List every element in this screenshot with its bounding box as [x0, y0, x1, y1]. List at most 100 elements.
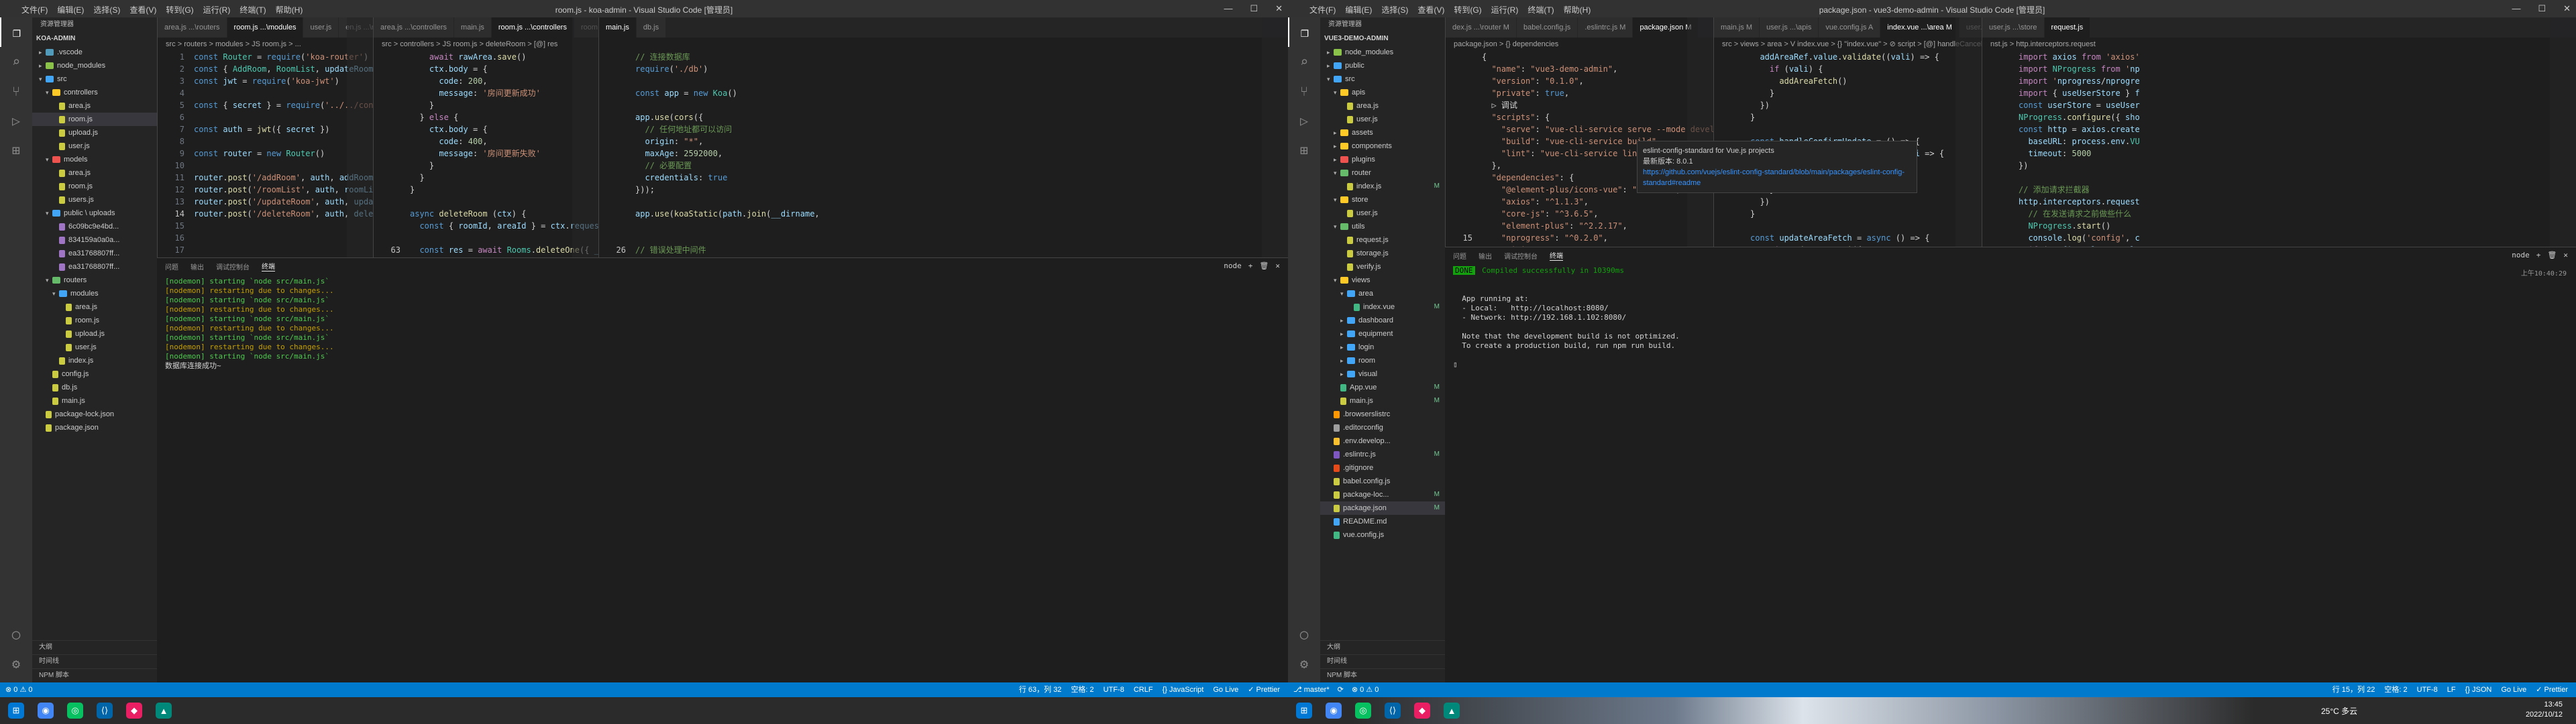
app-icon-2[interactable]: ▲	[156, 703, 172, 719]
editor-tab[interactable]: user.js	[303, 17, 339, 38]
outline-section-header[interactable]: 时间线	[32, 654, 157, 668]
editor-tab[interactable]: main.js	[454, 17, 492, 38]
tree-item[interactable]: ▸ room	[1320, 354, 1445, 367]
editor-tab[interactable]: index.vue ...\area M	[1880, 17, 1960, 38]
editor-tab[interactable]: area.js ...\controllers	[374, 17, 455, 38]
editor-tab[interactable]: dex.js ...\router M	[1446, 17, 1517, 38]
tree-item[interactable]: room.js	[32, 180, 157, 193]
tree-item[interactable]: storage.js	[1320, 247, 1445, 260]
tree-item[interactable]: user.js	[32, 139, 157, 153]
chrome-icon[interactable]: ◉	[38, 703, 54, 719]
tree-item[interactable]: package.json	[32, 421, 157, 434]
tree-item[interactable]: room.js	[32, 314, 157, 327]
tree-item[interactable]: ▸ assets	[1320, 126, 1445, 139]
app-icon[interactable]: ◆	[126, 703, 142, 719]
account-icon[interactable]: ◯	[0, 619, 32, 649]
tree-item[interactable]: index.vue M	[1320, 300, 1445, 314]
breadcrumb[interactable]: src > controllers > JS room.js > deleteR…	[374, 38, 599, 51]
tree-item[interactable]: App.vue M	[1320, 381, 1445, 394]
clock[interactable]: 13:45 2022/10/12	[2496, 700, 2563, 720]
hover-link[interactable]: https://github.com/vuejs/eslint-config-s…	[1643, 168, 1904, 187]
panel-tab[interactable]: 问题	[1453, 251, 1466, 261]
editor-tab[interactable]: main.js M	[1714, 17, 1760, 38]
maximize-icon[interactable]: ☐	[1250, 3, 1258, 14]
tree-item[interactable]: package-lock.json	[32, 408, 157, 421]
outline-section-header[interactable]: 大纲	[1320, 640, 1445, 654]
tree-item[interactable]: user.js	[1320, 113, 1445, 126]
gear-icon[interactable]: ⚙	[0, 649, 32, 678]
explorer-icon[interactable]: ❐	[0, 17, 32, 47]
wechat-icon[interactable]: ◎	[1355, 703, 1371, 719]
extensions-icon[interactable]: ⊞	[1288, 135, 1320, 165]
tree-item[interactable]: index.js	[32, 354, 157, 367]
explorer-icon[interactable]: ❐	[1288, 17, 1320, 47]
tree-item[interactable]: ▾ utils	[1320, 220, 1445, 233]
tree-item[interactable]: README.md	[1320, 515, 1445, 528]
close-icon[interactable]: ✕	[1275, 3, 1283, 14]
status-item[interactable]: ⎇ master*	[1293, 682, 1330, 697]
tree-item[interactable]: ▸ dashboard	[1320, 314, 1445, 327]
source-control-icon[interactable]: ⑂	[1288, 76, 1320, 106]
code-editor[interactable]: 1const Router = require('koa-router')2co…	[158, 51, 374, 257]
editor-tab[interactable]: area.js ...\routers	[158, 17, 227, 38]
tree-item[interactable]: area.js	[32, 99, 157, 113]
editor-tab[interactable]: main.js	[599, 17, 637, 38]
vscode-icon[interactable]: ⟨⟩	[1385, 703, 1401, 719]
tree-item[interactable]: user.js	[32, 341, 157, 354]
status-item[interactable]: Go Live	[1213, 682, 1238, 697]
status-item[interactable]: ⊗ 0 ⚠ 0	[5, 682, 32, 697]
vscode-icon[interactable]: ⟨⟩	[97, 703, 113, 719]
tree-item[interactable]: ▾ apis	[1320, 86, 1445, 99]
editor-tab[interactable]: babel.config.js	[1516, 17, 1578, 38]
app-icon-2[interactable]: ▲	[1444, 703, 1460, 719]
tree-item[interactable]: .eslintrc.js M	[1320, 448, 1445, 461]
tree-item[interactable]: package.json M	[1320, 501, 1445, 515]
tree-item[interactable]: area.js	[32, 300, 157, 314]
editor-tab[interactable]: db.js	[636, 17, 667, 38]
run-debug-icon[interactable]: ▷	[1288, 106, 1320, 135]
outline-section-header[interactable]: NPM 脚本	[1320, 668, 1445, 682]
gear-icon[interactable]: ⚙	[1288, 649, 1320, 678]
windows-start-icon[interactable]: ⊞	[1296, 703, 1312, 719]
panel-tab[interactable]: 终端	[1550, 250, 1563, 261]
tree-item[interactable]: area.js	[1320, 99, 1445, 113]
status-item[interactable]: {} JavaScript	[1163, 682, 1204, 697]
tree-item[interactable]: db.js	[32, 381, 157, 394]
minimap[interactable]	[2550, 17, 2576, 247]
tree-item[interactable]: room.js	[32, 113, 157, 126]
maximize-icon[interactable]: ☐	[2538, 3, 2546, 14]
code-editor[interactable]: await rawArea.save() ctx.body = { code: …	[374, 51, 599, 257]
tree-item[interactable]: upload.js	[32, 327, 157, 341]
panel-tab[interactable]: 调试控制台	[216, 261, 250, 272]
tree-item[interactable]: ▾ routers	[32, 274, 157, 287]
close-icon[interactable]: ✕	[2563, 3, 2571, 14]
editor-tab[interactable]: room.js ...\modules	[227, 17, 304, 38]
tree-item[interactable]: ▾ router	[1320, 166, 1445, 180]
tree-item[interactable]: ▾ store	[1320, 193, 1445, 206]
breadcrumb[interactable]: nst.js > http.interceptors.request	[1982, 38, 2576, 51]
tree-item[interactable]: main.js M	[1320, 394, 1445, 408]
close-icon[interactable]: ✕	[2563, 251, 2568, 259]
tree-item[interactable]: ▸ components	[1320, 139, 1445, 153]
panel-tab[interactable]: 终端	[262, 261, 275, 272]
code-editor[interactable]: import axios from 'axios' import NProgres…	[1982, 51, 2576, 247]
run-debug-icon[interactable]: ▷	[0, 106, 32, 135]
weather-widget[interactable]: 25°C 多云	[2321, 705, 2357, 717]
status-item[interactable]: CRLF	[1134, 682, 1153, 697]
tree-item[interactable]: ▸ public	[1320, 59, 1445, 72]
editor-tab[interactable]: user.js ...\apis	[1760, 17, 1819, 38]
tree-item[interactable]: ▸ .vscode	[32, 46, 157, 59]
source-control-icon[interactable]: ⑂	[0, 76, 32, 106]
tree-item[interactable]: ▸ node_modules	[1320, 46, 1445, 59]
minimap[interactable]	[1955, 17, 1982, 247]
tree-item[interactable]: ▾ models	[32, 153, 157, 166]
terminal-output[interactable]: DONE Compiled successfully in 10390ms Ap…	[1445, 263, 2576, 369]
tree-item[interactable]: .gitignore	[1320, 461, 1445, 475]
tree-item[interactable]: .env.develop...	[1320, 434, 1445, 448]
tree-item[interactable]: ▸ node_modules	[32, 59, 157, 72]
tree-item[interactable]: ▸ plugins	[1320, 153, 1445, 166]
extensions-icon[interactable]: ⊞	[0, 135, 32, 165]
minimap[interactable]	[572, 17, 599, 257]
trash-icon[interactable]: 🗑	[1259, 261, 1269, 270]
tree-item[interactable]: verify.js	[1320, 260, 1445, 274]
